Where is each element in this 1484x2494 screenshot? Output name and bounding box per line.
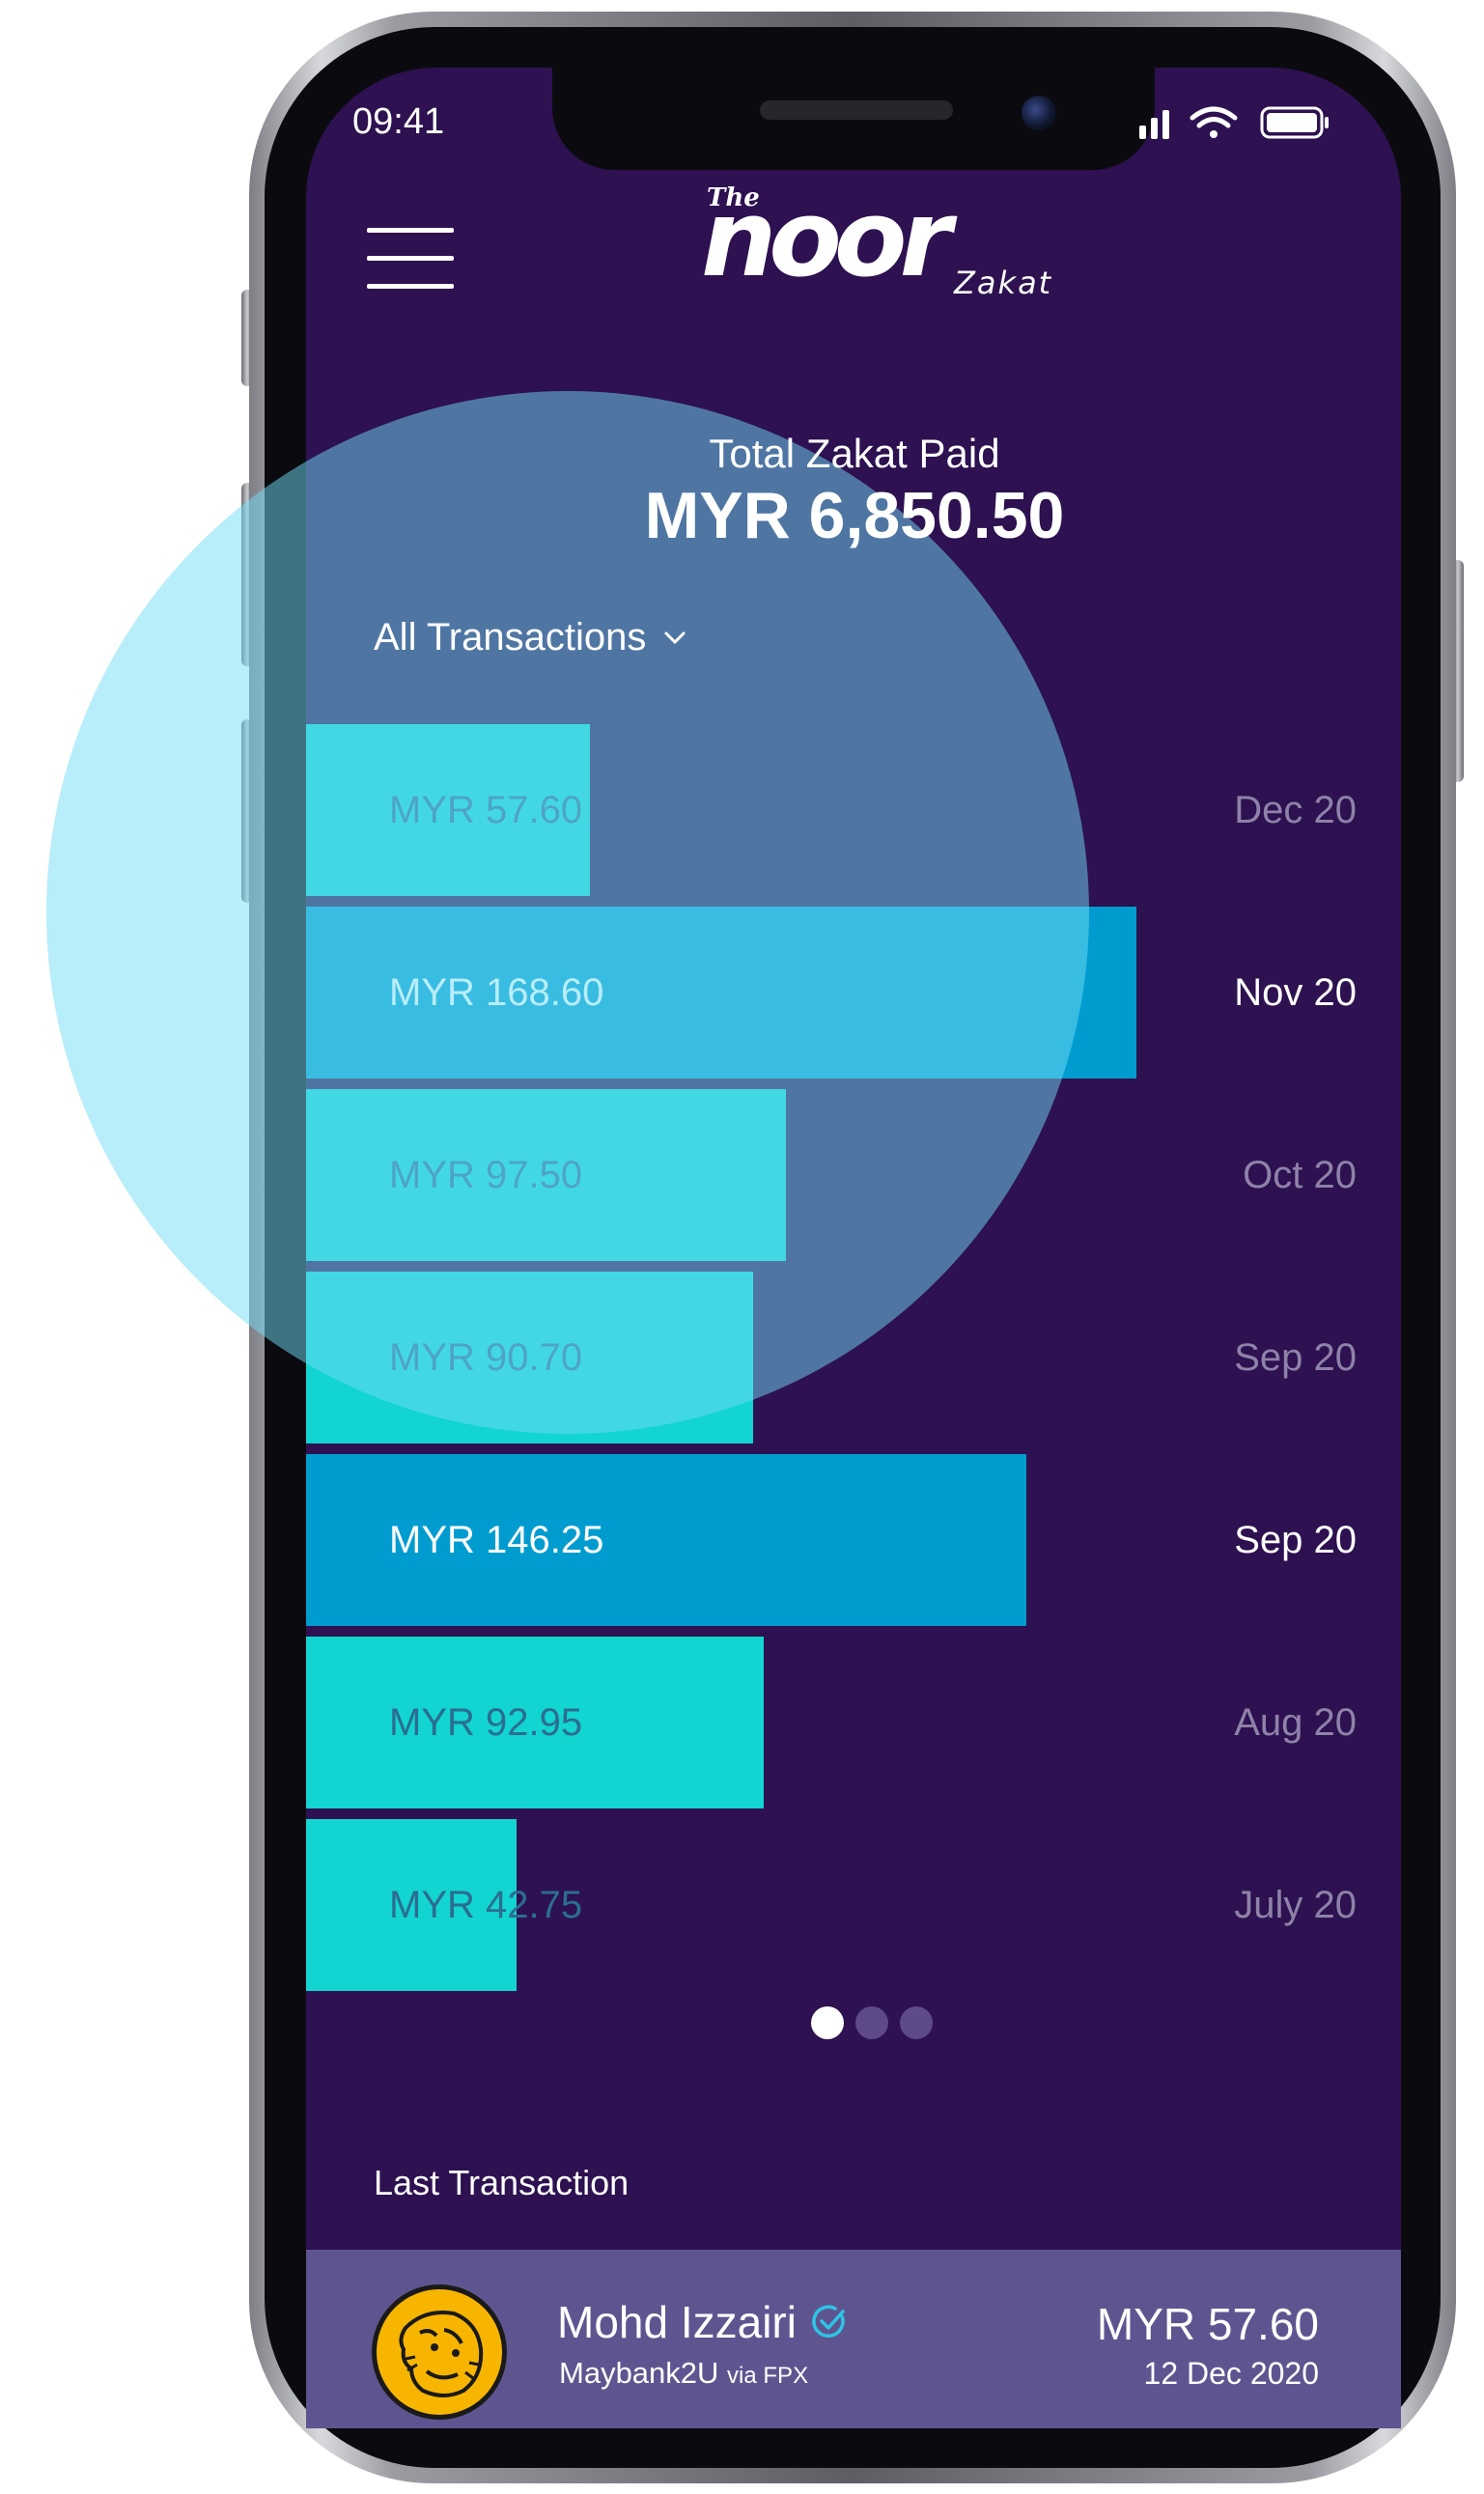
bar-row: MYR 92.95 Aug 20 [306, 1637, 1401, 1808]
hamburger-menu-icon[interactable] [367, 228, 454, 290]
payer-name: Mohd Izzairi [557, 2297, 797, 2347]
chevron-down-icon [664, 631, 686, 644]
status-time: 09:41 [352, 101, 445, 142]
app-stage: 09:41 noor The Zakat Total Zakat Paid MY… [0, 0, 1484, 2494]
bar[interactable]: MYR 168.60 [306, 907, 1136, 1079]
status-icons [1139, 104, 1361, 148]
noor-zakat-logo: noor The Zakat [693, 180, 1050, 305]
maybank-tiger-avatar [372, 2284, 507, 2420]
bar[interactable]: MYR 97.50 [306, 1089, 786, 1261]
bar-value-label: MYR 42.75 [389, 1884, 583, 1926]
transactions-filter-dropdown[interactable]: All Transactions [374, 616, 686, 659]
payment-channel: Maybank2U via FPX [559, 2356, 808, 2391]
bar-month-label: Oct 20 [1243, 1154, 1357, 1196]
payment-gateway: via FPX [727, 2363, 809, 2389]
battery-icon [1260, 106, 1329, 139]
bar[interactable]: MYR 57.60 [306, 724, 590, 896]
bar-month-label: Sep 20 [1234, 1336, 1357, 1379]
transaction-date: 12 Dec 2020 [1143, 2356, 1319, 2391]
bank-name: Maybank2U [559, 2356, 719, 2390]
bar-value-label: MYR 168.60 [389, 971, 604, 1014]
bar-row: MYR 90.70 Sep 20 [306, 1272, 1401, 1443]
total-zakat-value: MYR 6,850.50 [644, 479, 1065, 552]
wifi-icon [1190, 106, 1238, 138]
bar-value-label: MYR 90.70 [389, 1336, 583, 1379]
bar[interactable]: MYR 146.25 [306, 1454, 1026, 1626]
last-transaction-label: Last Transaction [374, 2163, 630, 2202]
bar-month-label: Sep 20 [1234, 1519, 1357, 1561]
bar-value-label: MYR 97.50 [389, 1154, 583, 1196]
bar-month-label: Aug 20 [1234, 1701, 1357, 1744]
last-transaction-card[interactable]: Mohd Izzairi Maybank2U via FPX MYR 57.60… [306, 2250, 1401, 2428]
transaction-amount: MYR 57.60 [1096, 2299, 1319, 2349]
logo-zakat-text: Zakat [954, 265, 1053, 301]
bar-row: MYR 57.60 Dec 20 [306, 724, 1401, 896]
page-dot[interactable] [811, 2006, 844, 2039]
bar-month-label: Dec 20 [1234, 789, 1357, 831]
bar-row: MYR 146.25 Sep 20 [306, 1454, 1401, 1626]
filter-label: All Transactions [374, 616, 647, 659]
logo-the-text: The [707, 183, 760, 212]
bar-row: MYR 42.75 July 20 [306, 1819, 1401, 1991]
bar-month-label: Nov 20 [1234, 971, 1357, 1014]
page-dot[interactable] [855, 2006, 888, 2039]
bar-row: MYR 97.50 Oct 20 [306, 1089, 1401, 1261]
tiger-logo-icon [399, 2311, 484, 2397]
page-indicator [811, 2006, 933, 2039]
bar[interactable]: MYR 92.95 [306, 1637, 764, 1808]
speaker-grille [760, 100, 953, 120]
total-zakat-label: Total Zakat Paid [709, 431, 1000, 476]
bar-month-label: July 20 [1234, 1884, 1357, 1926]
bar-value-label: MYR 146.25 [389, 1519, 604, 1561]
bar[interactable]: MYR 90.70 [306, 1272, 753, 1443]
signal-icon [1139, 110, 1169, 139]
bar-row: MYR 168.60 Nov 20 [306, 907, 1401, 1079]
front-camera [1022, 96, 1056, 130]
verified-check-icon [812, 2305, 845, 2338]
bar[interactable]: MYR 42.75 [306, 1819, 582, 1991]
payer-name-row: Mohd Izzairi [557, 2296, 849, 2348]
bar-value-label: MYR 57.60 [389, 789, 583, 831]
bar-value-label: MYR 92.95 [389, 1701, 583, 1744]
page-dot[interactable] [900, 2006, 933, 2039]
